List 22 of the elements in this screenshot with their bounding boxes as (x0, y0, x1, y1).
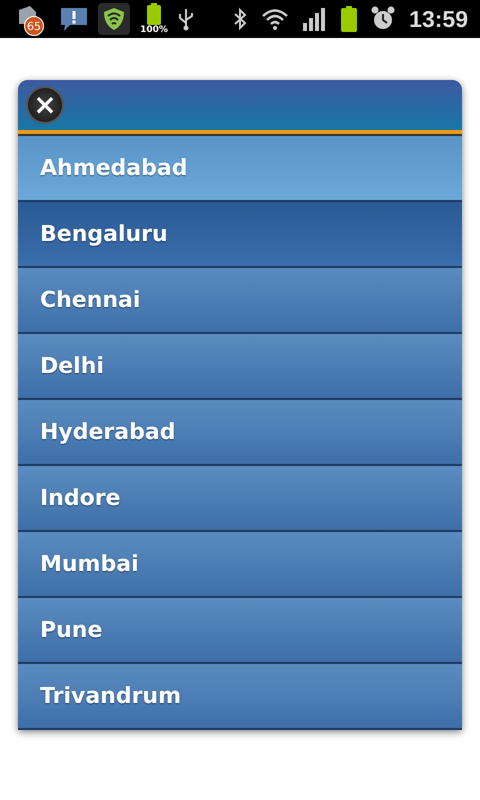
list-item[interactable]: Bengaluru (18, 202, 462, 268)
shield-icon (98, 3, 130, 35)
clock-time: 13:59 (409, 6, 468, 32)
close-button[interactable]: × (26, 86, 64, 124)
message-icon (60, 5, 88, 33)
bluetooth-icon (233, 7, 248, 31)
list-item[interactable]: Delhi (18, 334, 462, 400)
battery-level-text: 100% (140, 25, 168, 35)
wifi-icon (261, 7, 290, 31)
battery-icon (341, 6, 358, 32)
battery-icon (147, 3, 161, 25)
usb-icon (178, 7, 194, 31)
list-item[interactable]: Mumbai (18, 532, 462, 598)
list-item[interactable]: Pune (18, 598, 462, 664)
notification-count: 65 (24, 16, 44, 36)
list-item[interactable]: Ahmedabad (18, 136, 462, 202)
signal-icon (303, 7, 328, 31)
list-item[interactable]: Chennai (18, 268, 462, 334)
alarm-clock-icon (371, 6, 396, 32)
list-item[interactable]: Trivandrum (18, 664, 462, 730)
list-item[interactable]: Indore (18, 466, 462, 532)
list-item[interactable]: Hyderabad (18, 400, 462, 466)
